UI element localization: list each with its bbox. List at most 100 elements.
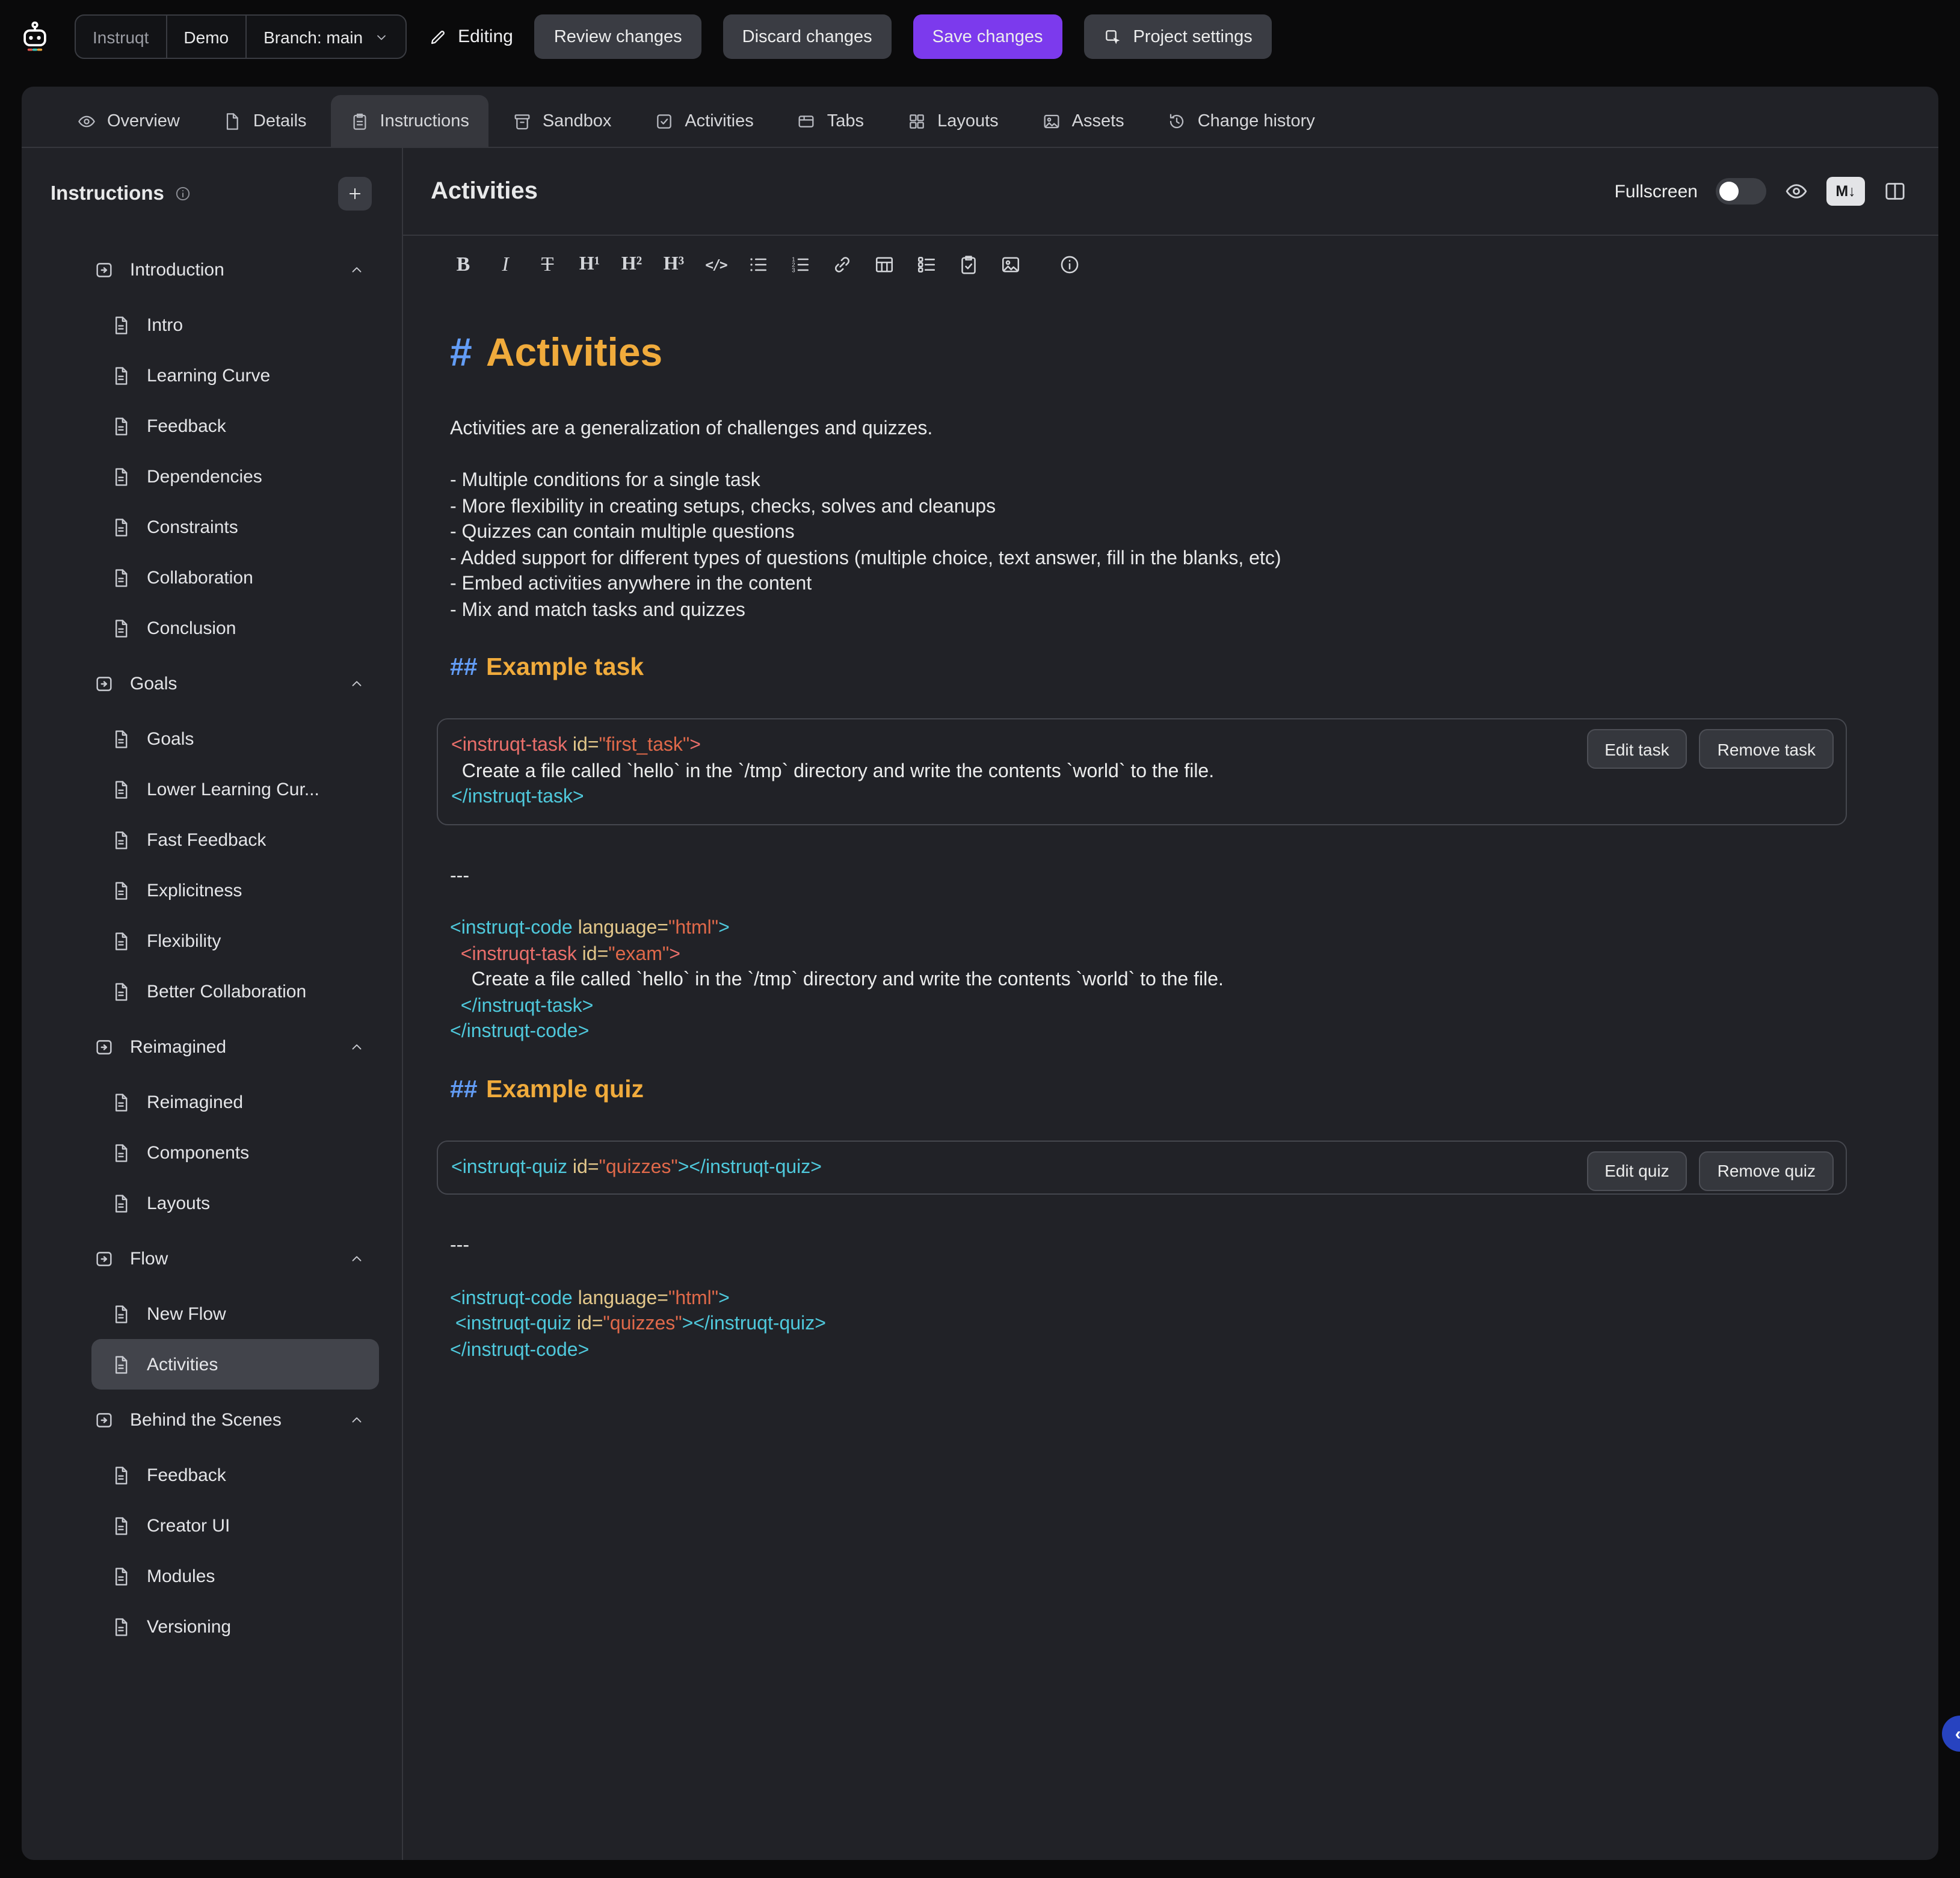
page-conclusion[interactable]: Conclusion bbox=[91, 603, 379, 653]
toolbar-clipboard[interactable] bbox=[957, 251, 981, 277]
page-fast-feedback[interactable]: Fast Feedback bbox=[91, 814, 379, 865]
markdown-mode-button[interactable]: M↓ bbox=[1826, 177, 1865, 206]
plus-icon bbox=[347, 185, 363, 202]
toolbar-bold[interactable]: B bbox=[451, 251, 475, 277]
toolbar-image[interactable] bbox=[999, 251, 1023, 277]
toolbar-ordered-list[interactable]: 123 bbox=[788, 251, 812, 277]
page-versioning[interactable]: Versioning bbox=[91, 1601, 379, 1652]
split-view-icon[interactable] bbox=[1883, 179, 1907, 203]
image-icon bbox=[1042, 111, 1061, 131]
page-dependencies[interactable]: Dependencies bbox=[91, 451, 379, 502]
folder-flow[interactable]: Flow bbox=[91, 1228, 379, 1288]
project-button[interactable]: Demo bbox=[167, 16, 247, 58]
save-changes-button[interactable]: Save changes bbox=[913, 14, 1062, 59]
collapse-panel-button[interactable]: « bbox=[1942, 1716, 1960, 1752]
toolbar-task-list[interactable] bbox=[914, 251, 938, 277]
toolbar-italic[interactable]: I bbox=[493, 251, 517, 277]
toolbar-h2[interactable]: H² bbox=[620, 251, 644, 277]
tab-activities[interactable]: Activities bbox=[635, 95, 772, 147]
page-icon bbox=[111, 1465, 131, 1485]
folder-icon bbox=[94, 1248, 114, 1269]
toolbar-code[interactable]: </> bbox=[704, 251, 728, 277]
page-intro[interactable]: Intro bbox=[91, 300, 379, 350]
page-explicitness[interactable]: Explicitness bbox=[91, 865, 379, 916]
archive-icon bbox=[513, 111, 532, 131]
review-changes-button[interactable]: Review changes bbox=[535, 14, 701, 59]
branch-selector[interactable]: Branch: main bbox=[247, 16, 405, 58]
table-icon bbox=[874, 253, 895, 275]
clipboard-icon bbox=[350, 111, 369, 131]
page-components[interactable]: Components bbox=[91, 1127, 379, 1178]
page-lower-learning-cur[interactable]: Lower Learning Cur... bbox=[91, 764, 379, 814]
tab-tabs[interactable]: Tabs bbox=[778, 95, 883, 147]
page-modules[interactable]: Modules bbox=[91, 1551, 379, 1601]
folder-goals[interactable]: Goals bbox=[91, 653, 379, 713]
quiz-widget: <instruqt-quiz id="quizzes"></instruqt-q… bbox=[437, 1140, 1847, 1195]
page-icon bbox=[111, 517, 131, 537]
add-instruction-button[interactable] bbox=[338, 177, 372, 211]
edit-task-button[interactable]: Edit task bbox=[1586, 729, 1687, 769]
markdown-editor[interactable]: #Activities Activities are a generalizat… bbox=[403, 292, 1938, 1860]
page-collaboration[interactable]: Collaboration bbox=[91, 552, 379, 603]
chevron-up-icon[interactable] bbox=[349, 262, 365, 277]
page-activities[interactable]: Activities bbox=[91, 1339, 379, 1390]
remove-task-button[interactable]: Remove task bbox=[1700, 729, 1834, 769]
tab-assets[interactable]: Assets bbox=[1023, 95, 1144, 147]
folder-introduction[interactable]: Introduction bbox=[91, 239, 379, 300]
page-goals[interactable]: Goals bbox=[91, 713, 379, 764]
toolbar-h1[interactable]: H¹ bbox=[578, 251, 602, 277]
page-feedback[interactable]: Feedback bbox=[91, 401, 379, 451]
page-creator-ui[interactable]: Creator UI bbox=[91, 1500, 379, 1551]
tab-overview[interactable]: Overview bbox=[58, 95, 199, 147]
toolbar-link[interactable] bbox=[830, 251, 854, 277]
page-reimagined[interactable]: Reimagined bbox=[91, 1077, 379, 1127]
page-constraints[interactable]: Constraints bbox=[91, 502, 379, 552]
edit-quiz-button[interactable]: Edit quiz bbox=[1586, 1151, 1687, 1190]
page-learning-curve[interactable]: Learning Curve bbox=[91, 350, 379, 401]
preview-eye-icon[interactable] bbox=[1784, 179, 1808, 203]
project-settings-button[interactable]: Project settings bbox=[1083, 14, 1271, 59]
toolbar-strikethrough[interactable]: T bbox=[535, 251, 559, 277]
fullscreen-toggle[interactable] bbox=[1716, 178, 1766, 205]
folder-behind-the-scenes[interactable]: Behind the Scenes bbox=[91, 1390, 379, 1450]
tab-bar: OverviewDetailsInstructionsSandboxActivi… bbox=[22, 87, 1938, 148]
toolbar-h3[interactable]: H³ bbox=[662, 251, 686, 277]
org-button[interactable]: Instruqt bbox=[76, 16, 167, 58]
bullet-line: - Embed activities anywhere in the conte… bbox=[450, 571, 1847, 597]
page-icon bbox=[111, 1193, 131, 1213]
page-feedback[interactable]: Feedback bbox=[91, 1450, 379, 1500]
discard-changes-button[interactable]: Discard changes bbox=[723, 14, 892, 59]
chevron-up-icon[interactable] bbox=[349, 1039, 365, 1054]
bullet-line: - Mix and match tasks and quizzes bbox=[450, 597, 1847, 623]
remove-quiz-button[interactable]: Remove quiz bbox=[1700, 1151, 1834, 1190]
page-flexibility[interactable]: Flexibility bbox=[91, 916, 379, 966]
tab-sandbox[interactable]: Sandbox bbox=[493, 95, 631, 147]
history-icon bbox=[1168, 111, 1187, 131]
page-layouts[interactable]: Layouts bbox=[91, 1178, 379, 1228]
toolbar-info[interactable] bbox=[1058, 251, 1082, 277]
folder-icon bbox=[94, 259, 114, 280]
tab-layouts[interactable]: Layouts bbox=[888, 95, 1018, 147]
folder-reimagined[interactable]: Reimagined bbox=[91, 1017, 379, 1077]
svg-text:3: 3 bbox=[792, 267, 795, 274]
tab-details[interactable]: Details bbox=[204, 95, 326, 147]
grid-icon bbox=[907, 111, 926, 131]
page-better-collaboration[interactable]: Better Collaboration bbox=[91, 966, 379, 1017]
tab-change-history[interactable]: Change history bbox=[1148, 95, 1334, 147]
breadcrumb: Instruqt Demo Branch: main bbox=[75, 14, 406, 59]
fullscreen-label: Fullscreen bbox=[1615, 181, 1698, 202]
instruqt-logo-icon[interactable] bbox=[17, 19, 53, 55]
page-icon bbox=[111, 981, 131, 1002]
chevron-up-icon[interactable] bbox=[349, 1412, 365, 1427]
tab-instructions[interactable]: Instructions bbox=[331, 95, 488, 147]
top-bar: Instruqt Demo Branch: main Editing Revie… bbox=[0, 0, 1960, 73]
page-icon bbox=[111, 416, 131, 436]
editing-status: Editing bbox=[428, 26, 513, 47]
page-icon bbox=[111, 779, 131, 799]
toolbar-bullet-list[interactable] bbox=[746, 251, 770, 277]
page-icon bbox=[111, 1566, 131, 1586]
chevron-up-icon[interactable] bbox=[349, 676, 365, 691]
chevron-up-icon[interactable] bbox=[349, 1251, 365, 1266]
toolbar-table[interactable] bbox=[872, 251, 896, 277]
page-new-flow[interactable]: New Flow bbox=[91, 1288, 379, 1339]
